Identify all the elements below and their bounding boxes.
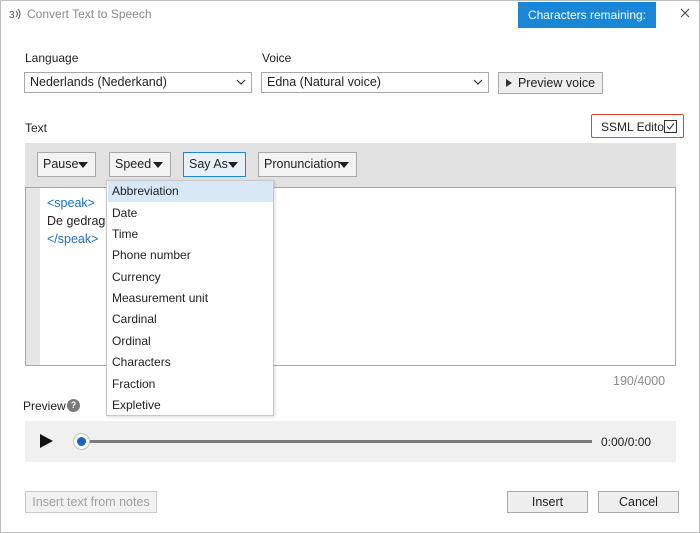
- voice-selected-value: Edna (Natural voice): [267, 75, 381, 89]
- menu-item-fraction[interactable]: Fraction: [108, 374, 273, 395]
- pause-dropdown-button[interactable]: Pause: [37, 152, 96, 177]
- pause-label: Pause: [43, 157, 79, 171]
- cancel-button[interactable]: Cancel: [598, 491, 679, 513]
- svg-text:3: 3: [9, 10, 15, 21]
- seek-track[interactable]: [81, 440, 592, 443]
- chevron-down-icon: [473, 79, 483, 85]
- caret-down-icon: [78, 162, 88, 168]
- help-icon[interactable]: ?: [67, 399, 80, 412]
- preview-voice-label: Preview voice: [517, 76, 596, 90]
- menu-item-phone-number[interactable]: Phone number: [108, 245, 273, 266]
- editor-line: </speak>: [47, 232, 99, 246]
- characters-remaining-badge: Characters remaining: 1M: [518, 2, 656, 48]
- pronunciation-dropdown-button[interactable]: Pronunciation: [258, 152, 357, 177]
- menu-item-cardinal[interactable]: Cardinal: [108, 309, 273, 330]
- editor-line: <speak>: [47, 196, 95, 210]
- say-as-dropdown-button[interactable]: Say As: [183, 152, 246, 177]
- menu-item-abbreviation[interactable]: Abbreviation: [108, 181, 273, 202]
- text-to-speech-app-icon: 3: [9, 8, 21, 21]
- play-icon[interactable]: [40, 434, 53, 448]
- menu-item-expletive[interactable]: Expletive: [108, 395, 273, 416]
- menu-item-time[interactable]: Time: [108, 224, 273, 245]
- menu-item-ordinal[interactable]: Ordinal: [108, 331, 273, 352]
- insert-button[interactable]: Insert: [507, 491, 588, 513]
- voice-label: Voice: [262, 51, 292, 65]
- voice-select[interactable]: Edna (Natural voice): [261, 72, 489, 93]
- editor-gutter: [26, 188, 40, 365]
- chevron-down-icon: [236, 79, 246, 85]
- menu-item-characters[interactable]: Characters: [108, 352, 273, 373]
- speed-dropdown-button[interactable]: Speed: [109, 152, 171, 177]
- preview-voice-button[interactable]: Preview voice: [498, 72, 603, 94]
- caret-down-icon: [228, 162, 238, 168]
- audio-player: 0:00/0:00: [25, 421, 676, 462]
- caret-down-icon: [153, 162, 163, 168]
- menu-item-date[interactable]: Date: [108, 203, 273, 224]
- insert-text-from-notes-button[interactable]: Insert text from notes: [25, 491, 157, 513]
- preview-label: Preview: [23, 399, 66, 413]
- character-counter: 190/4000: [613, 374, 666, 388]
- say-as-label: Say As: [189, 157, 228, 171]
- playback-time: 0:00/0:00: [601, 435, 652, 449]
- pronunciation-label: Pronunciation: [264, 157, 341, 171]
- language-select[interactable]: Nederlands (Nederkand): [24, 72, 252, 93]
- title-bar: 3 Convert Text to Speech Characters rema…: [1, 1, 699, 48]
- caret-down-icon: [339, 162, 349, 168]
- say-as-dropdown-menu: Abbreviation Date Time Phone number Curr…: [106, 180, 274, 416]
- play-small-icon: [505, 79, 512, 87]
- convert-text-to-speech-dialog: 3 Convert Text to Speech Characters rema…: [0, 0, 700, 533]
- seek-slider-thumb[interactable]: [74, 434, 89, 449]
- ssml-editor-checkbox[interactable]: [664, 120, 677, 133]
- menu-item-measurement-unit[interactable]: Measurement unit: [108, 288, 273, 309]
- close-icon[interactable]: [673, 3, 697, 25]
- window-title: Convert Text to Speech: [27, 7, 152, 21]
- ssml-editor-toggle[interactable]: SSML Editor: [591, 114, 684, 138]
- language-selected-value: Nederlands (Nederkand): [30, 75, 167, 89]
- menu-item-currency[interactable]: Currency: [108, 267, 273, 288]
- text-label: Text: [25, 121, 48, 135]
- language-label: Language: [25, 51, 79, 65]
- speed-label: Speed: [115, 157, 152, 171]
- ssml-editor-label: SSML Editor: [601, 120, 668, 134]
